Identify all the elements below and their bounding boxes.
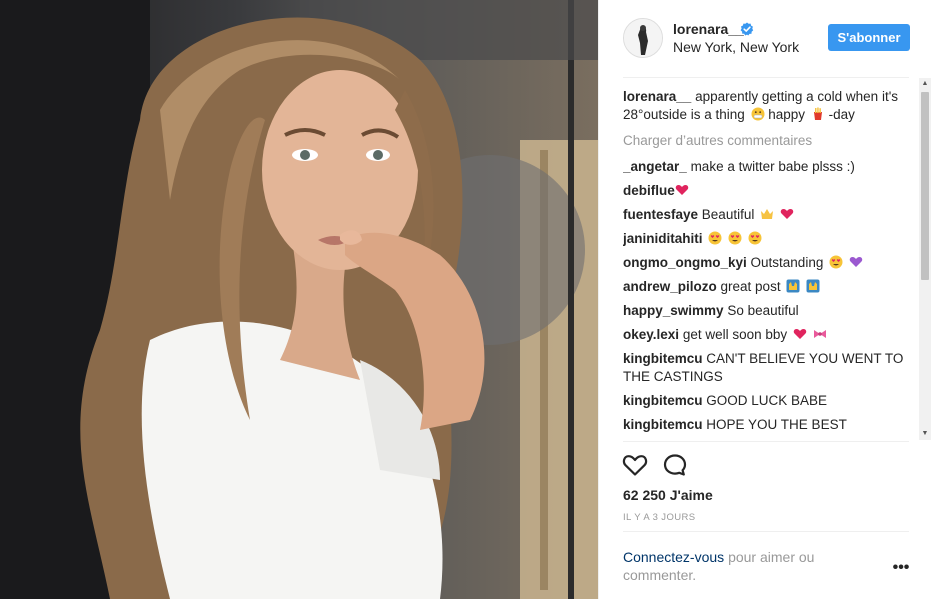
comment-text: get well soon bby (682, 327, 788, 342)
comment-username[interactable]: happy_swimmy (623, 303, 724, 318)
comments-list: lorenara__ apparently getting a cold whe… (623, 88, 913, 440)
ribbon-emoji-icon (813, 330, 826, 338)
comment-username[interactable]: kingbitemcu (623, 393, 703, 408)
footer-divider (623, 531, 909, 532)
comment-item: ongmo_ongmo_kyi Outstanding (623, 254, 913, 272)
comment-username[interactable]: andrew_pilozo (623, 279, 717, 294)
header-divider (623, 77, 909, 78)
comment-item: _angetar_ make a twitter babe plsss :) (623, 158, 913, 176)
post-header: lorenara__ New York, New York S'abonner (599, 0, 932, 77)
comment-text: great post (720, 279, 781, 294)
comment-item: janiniditahiti (623, 230, 913, 248)
purple-heart-emoji-icon (849, 257, 863, 267)
scrollbar-thumb[interactable] (921, 92, 929, 280)
ellipsis-icon[interactable]: ••• (891, 560, 911, 577)
comment-item: okey.lexi get well soon bby (623, 326, 913, 344)
author-username[interactable]: lorenara__ (673, 21, 744, 37)
caption-text-2: happy (768, 107, 806, 122)
comment-text: So beautiful (727, 303, 799, 318)
comment-item: fuentesfaye Beautiful (623, 206, 913, 224)
heart-eyes-emoji-icon (708, 231, 722, 245)
likes-count[interactable]: 62 250 J'aime (623, 487, 713, 503)
comments-scrollbar[interactable]: ▲ ▼ (919, 78, 931, 440)
speech-bubble-icon[interactable] (662, 453, 688, 477)
comment-username[interactable]: kingbitemcu (623, 417, 703, 432)
follow-button[interactable]: S'abonner (828, 24, 910, 51)
comment-text: GOOD LUCK BABE (706, 393, 828, 408)
fries-emoji-icon (813, 107, 822, 120)
author-avatar[interactable] (623, 18, 663, 58)
portrait-illustration (0, 0, 598, 599)
post-location[interactable]: New York, New York (673, 39, 799, 55)
comment-username[interactable]: ongmo_ongmo_kyi (623, 255, 747, 270)
red-heart-emoji-icon (793, 329, 807, 339)
raising-hands-emoji-icon (806, 279, 820, 293)
comment-item: happy_swimmy So beautiful (623, 302, 913, 320)
login-link[interactable]: Connectez-vous (623, 549, 724, 565)
actions-divider (623, 441, 909, 442)
comment-username[interactable]: janiniditahiti (623, 231, 703, 246)
comment-text: Beautiful (701, 207, 755, 222)
scroll-up-arrow-icon[interactable]: ▲ (919, 78, 931, 90)
comment-item: kingbitemcu CAN'T BELIEVE YOU WENT TO TH… (623, 350, 913, 386)
comment-text: Outstanding (750, 255, 824, 270)
comment-username[interactable]: fuentesfaye (623, 207, 698, 222)
heart-eyes-emoji-icon (728, 231, 742, 245)
sick-face-emoji-icon (751, 107, 764, 121)
heart-eyes-emoji-icon (748, 231, 762, 245)
comment-item: andrew_pilozo great post (623, 278, 913, 296)
verified-badge-icon (740, 22, 754, 36)
caption-username[interactable]: lorenara__ (623, 89, 691, 104)
scroll-down-arrow-icon[interactable]: ▼ (919, 428, 931, 440)
post-photo[interactable] (0, 0, 598, 599)
comment-text: HOPE YOU THE BEST (706, 417, 847, 432)
comment-username[interactable]: okey.lexi (623, 327, 679, 342)
heart-eyes-emoji-icon (829, 255, 843, 269)
instagram-post-view: lorenara__ New York, New York S'abonner … (0, 0, 932, 599)
comment-username[interactable]: debiflue (623, 183, 675, 198)
load-more-comments-link[interactable]: Charger d’autres commentaires (623, 132, 913, 150)
caption-text-3: -day (828, 107, 855, 122)
crown-emoji-icon (761, 209, 774, 219)
comment-username[interactable]: _angetar_ (623, 159, 687, 174)
comment-item: kingbitemcu HOPE YOU THE BEST (623, 416, 913, 434)
comment-text: make a twitter babe plsss :) (690, 159, 855, 174)
heart-outline-icon[interactable] (622, 453, 648, 477)
comment-item: kingbitemcu GOOD LUCK BABE (623, 392, 913, 410)
red-heart-emoji-icon (675, 185, 689, 195)
comment-username[interactable]: kingbitemcu (623, 351, 703, 366)
comment-item: debiflue (623, 182, 913, 200)
login-prompt: Connectez-vous pour aimer ou commenter. (623, 548, 853, 584)
sparkling-heart-emoji-icon (780, 209, 794, 219)
post-sidebar: lorenara__ New York, New York S'abonner … (598, 0, 932, 599)
avatar-image (624, 19, 662, 57)
post-timestamp[interactable]: IL Y A 3 JOURS (623, 512, 696, 523)
raising-hands-emoji-icon (786, 279, 800, 293)
post-caption: lorenara__ apparently getting a cold whe… (623, 88, 913, 124)
